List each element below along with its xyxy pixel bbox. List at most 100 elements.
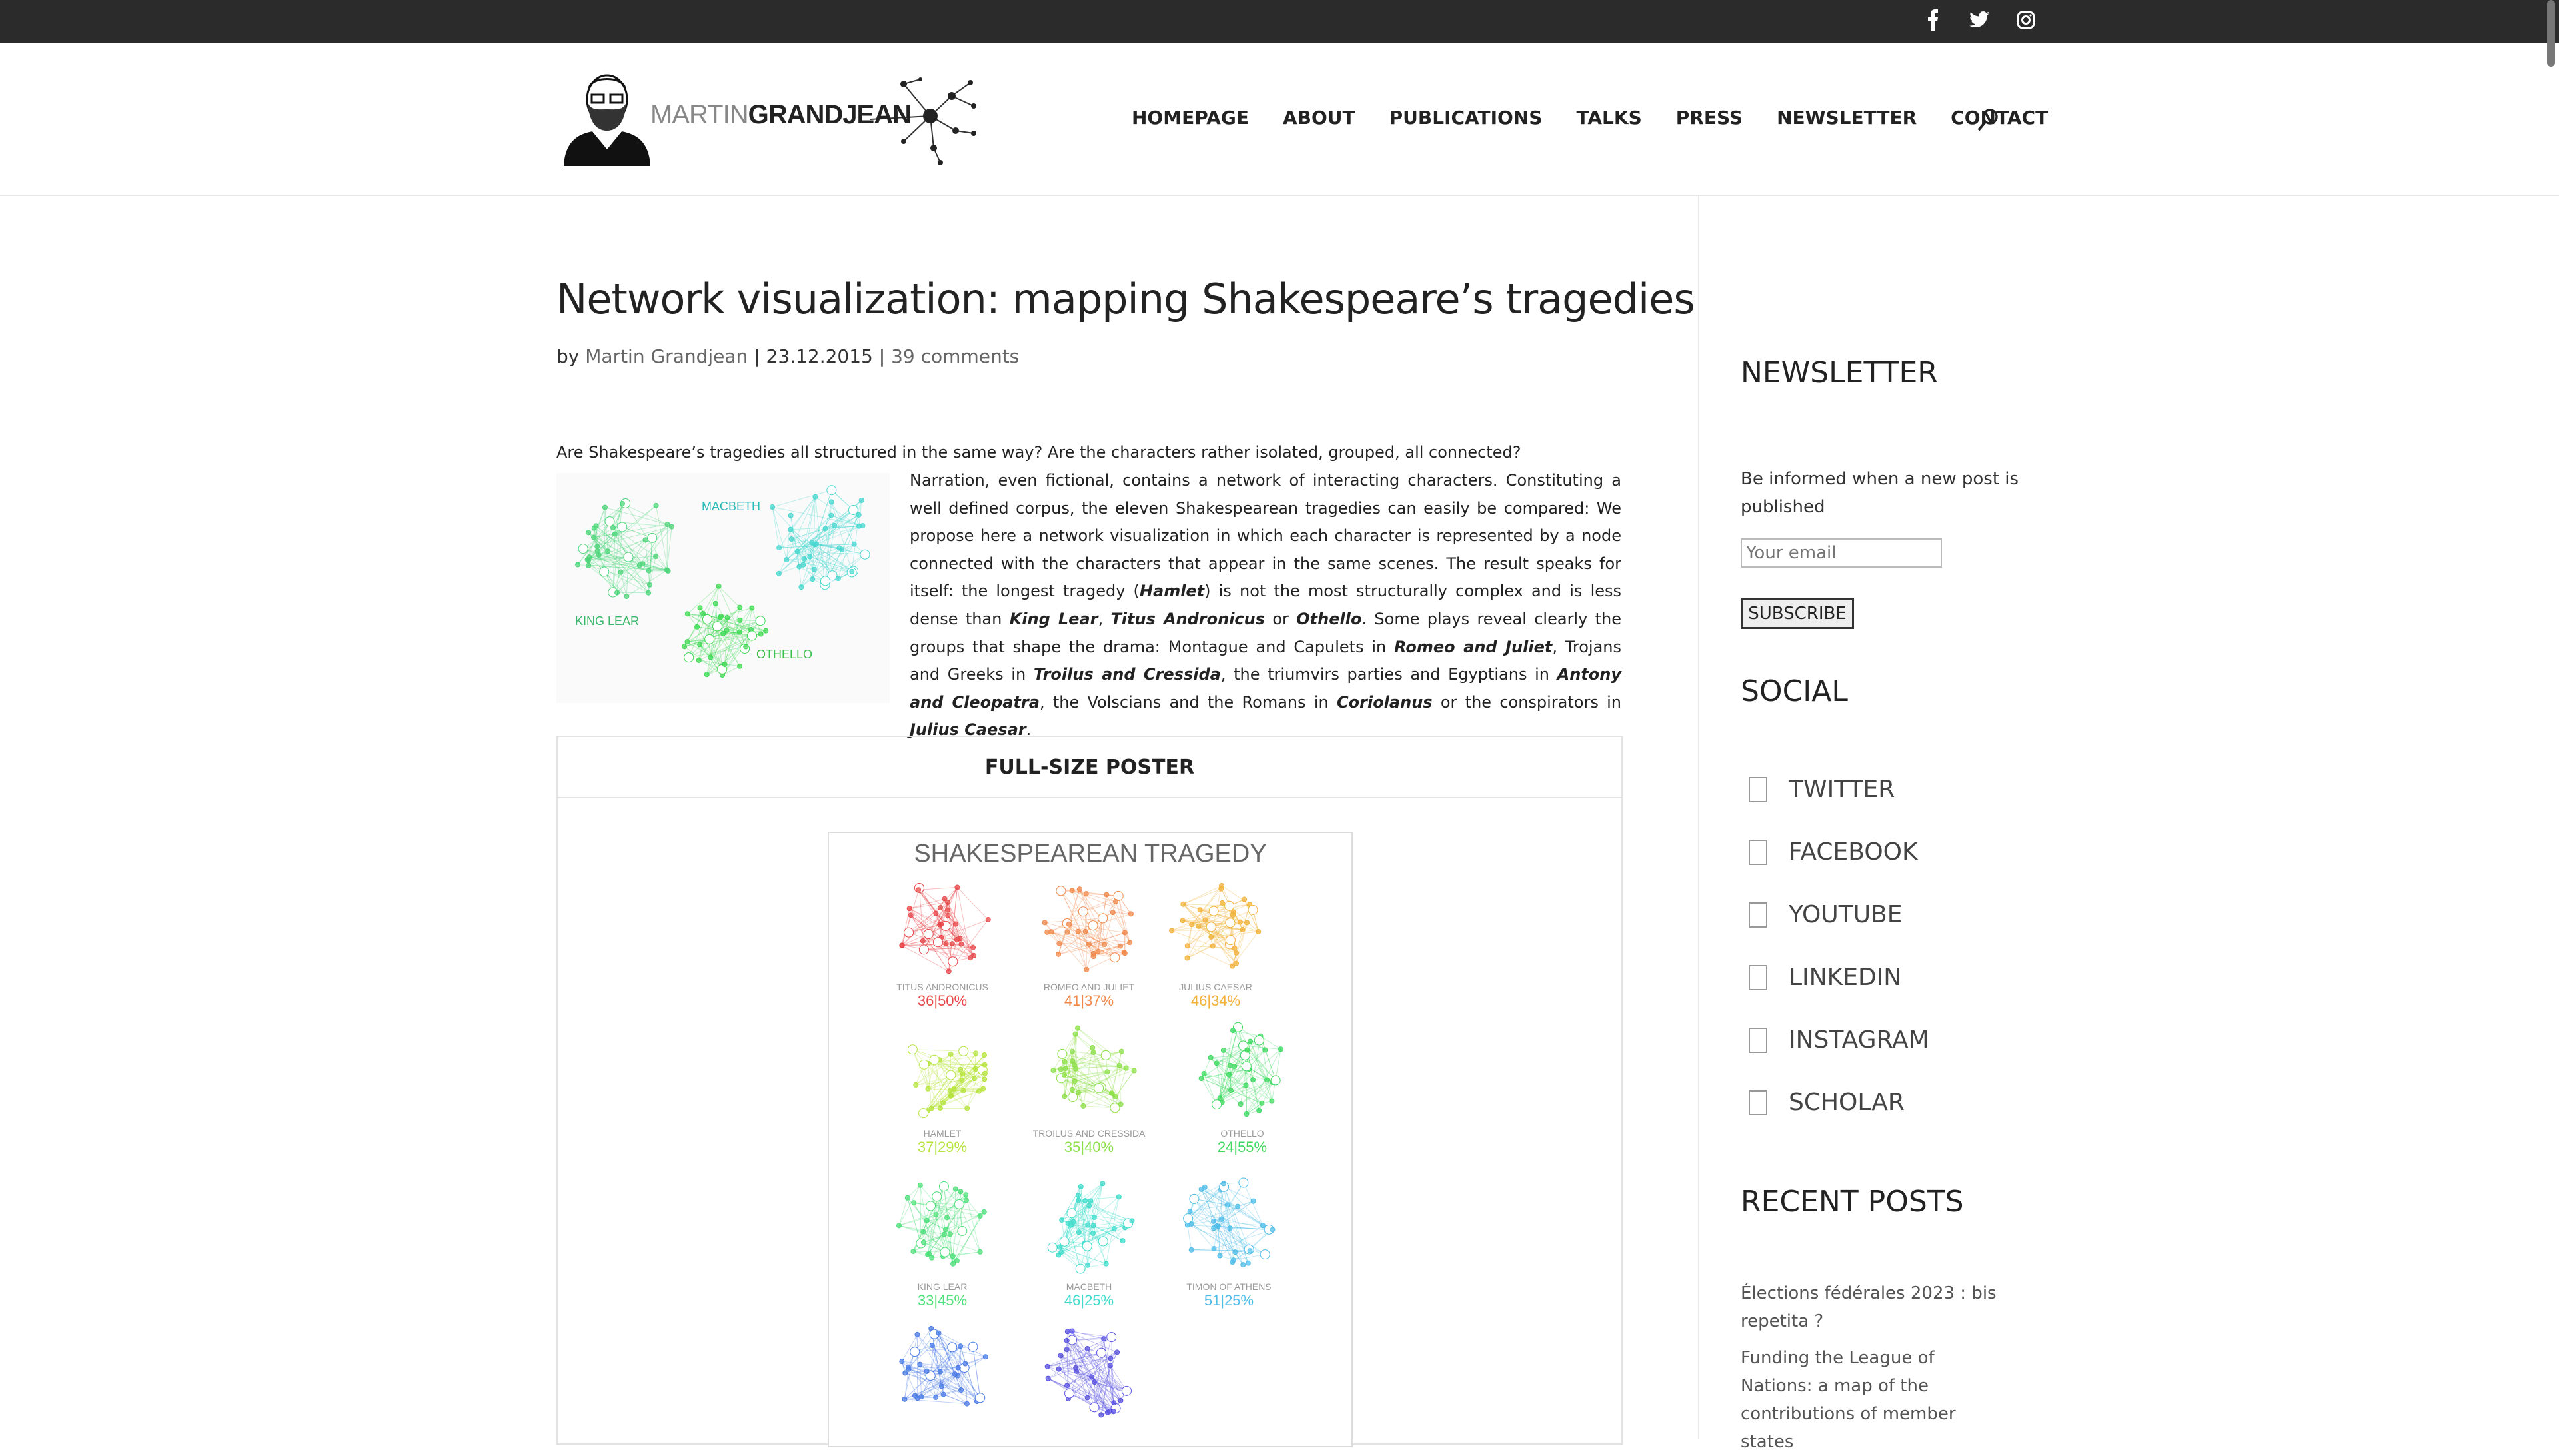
network-node: [737, 630, 742, 634]
network-node: [1210, 944, 1215, 948]
network-node: [954, 937, 959, 942]
network-node: [924, 930, 933, 939]
network-node: [1124, 1066, 1128, 1070]
network-node: [1102, 942, 1107, 947]
comments-link[interactable]: 39 comments: [891, 345, 1019, 367]
network-node: [929, 1106, 934, 1111]
network-node: [1051, 1068, 1056, 1072]
link-king-lear[interactable]: King Lear: [1010, 610, 1098, 628]
network-node: [960, 1072, 965, 1076]
link-troilus[interactable]: Troilus and Cressida: [1034, 665, 1221, 684]
network-node: [684, 653, 694, 662]
network-node: [915, 1332, 920, 1337]
network-node: [595, 549, 600, 554]
nav-publications[interactable]: PUBLICATIONS: [1389, 107, 1543, 129]
nav-newsletter[interactable]: NEWSLETTER: [1777, 107, 1917, 129]
scrollbar-thumb[interactable]: [2547, 0, 2555, 67]
author-link[interactable]: Martin Grandjean: [585, 345, 748, 367]
instagram-icon[interactable]: [2013, 7, 2039, 33]
nav-contact[interactable]: CONTACT: [1951, 107, 2048, 129]
network-node: [1074, 1066, 1078, 1071]
checkbox-icon: [1749, 1028, 1767, 1053]
network-node: [1070, 1087, 1074, 1092]
network-node: [1128, 912, 1133, 916]
network-node: [1091, 1231, 1096, 1235]
network-node: [1092, 1380, 1097, 1385]
network-node: [948, 957, 958, 966]
poster-image[interactable]: SHAKESPEAREAN TRAGEDY TITUS ANDRONICUS36…: [828, 832, 1353, 1447]
poster-play-name: TITUS ANDRONICUS: [876, 982, 1009, 992]
network-node: [1107, 1333, 1116, 1342]
facebook-icon[interactable]: [1919, 7, 1946, 33]
network-node: [948, 1343, 957, 1352]
recent-post-link[interactable]: Élections fédérales 2023 : bis repetita …: [1741, 1279, 2007, 1335]
nav-homepage[interactable]: HOMEPAGE: [1132, 107, 1249, 129]
network-node: [1102, 1337, 1106, 1341]
site-logo[interactable]: MARTINGRANDJEAN: [557, 69, 984, 168]
social-item-linkedin[interactable]: LINKEDIN: [1749, 964, 1901, 991]
network-node: [942, 896, 947, 901]
network-node: [600, 567, 609, 576]
network-node: [1128, 940, 1132, 945]
network-node: [941, 1101, 946, 1105]
network-node: [940, 1247, 950, 1257]
network-node: [926, 1201, 936, 1211]
network-node: [982, 1062, 987, 1067]
link-coriolanus[interactable]: Coriolanus: [1337, 693, 1433, 712]
thumb-label-kinglear: KING LEAR: [575, 614, 639, 628]
email-field[interactable]: [1741, 538, 1942, 568]
network-node: [764, 628, 768, 633]
network-node: [918, 1183, 922, 1187]
twitter-icon[interactable]: [1966, 7, 1993, 33]
social-item-twitter[interactable]: TWITTER: [1749, 776, 1895, 803]
network-node: [938, 906, 942, 910]
nav-talks[interactable]: TALKS: [1576, 107, 1641, 129]
network-node: [1220, 883, 1224, 888]
network-thumbnail[interactable]: MACBETH KING LEAR OTHELLO: [556, 473, 890, 703]
search-icon[interactable]: [1977, 108, 1999, 135]
network-node: [665, 522, 670, 527]
network-node: [789, 537, 794, 542]
post-body: Narration, even fictional, contains a ne…: [910, 467, 1621, 744]
network-node: [592, 535, 596, 540]
link-romeo[interactable]: Romeo and Juliet: [1394, 638, 1552, 656]
network-node: [1118, 1102, 1123, 1107]
network-node: [1076, 1264, 1085, 1273]
network-node: [920, 1060, 929, 1069]
network-node: [1056, 1367, 1061, 1371]
site-header: MARTINGRANDJEAN HOMEPAGE ABOUT PUBLICATI…: [0, 43, 2559, 196]
social-item-scholar[interactable]: SCHOLAR: [1749, 1089, 1905, 1116]
social-item-youtube[interactable]: YOUTUBE: [1749, 901, 1903, 928]
network-node: [906, 1365, 910, 1369]
network-node: [900, 943, 904, 948]
network-node: [1085, 1347, 1090, 1351]
link-titus[interactable]: Titus Andronicus: [1110, 610, 1265, 628]
network-node: [1189, 1247, 1194, 1252]
network-node: [904, 928, 914, 937]
nav-about[interactable]: ABOUT: [1283, 107, 1355, 129]
network-node: [953, 922, 958, 926]
network-node: [911, 1249, 916, 1254]
link-othello[interactable]: Othello: [1296, 610, 1361, 628]
subscribe-button[interactable]: SUBSCRIBE: [1741, 598, 1854, 629]
network-node: [1064, 1338, 1069, 1343]
network-node: [944, 1227, 948, 1232]
network-node: [955, 885, 960, 890]
network-node: [1251, 1078, 1256, 1082]
network-node: [1066, 922, 1071, 926]
network-node: [716, 584, 721, 588]
network-node: [1088, 921, 1098, 930]
network-node: [1181, 902, 1186, 906]
network-node: [708, 655, 713, 660]
network-node: [1225, 901, 1234, 910]
network-node: [1112, 1401, 1116, 1405]
link-hamlet[interactable]: Hamlet: [1140, 582, 1204, 600]
nav-press[interactable]: PRESS: [1676, 107, 1743, 129]
network-node: [1099, 1413, 1104, 1417]
thumb-label-othello: OTHELLO: [756, 648, 812, 662]
network-node: [1117, 1063, 1122, 1068]
social-item-facebook[interactable]: FACEBOOK: [1749, 838, 1918, 866]
network-node: [1076, 929, 1080, 934]
social-item-instagram[interactable]: INSTAGRAM: [1749, 1026, 1929, 1054]
network-node: [1231, 1028, 1236, 1033]
